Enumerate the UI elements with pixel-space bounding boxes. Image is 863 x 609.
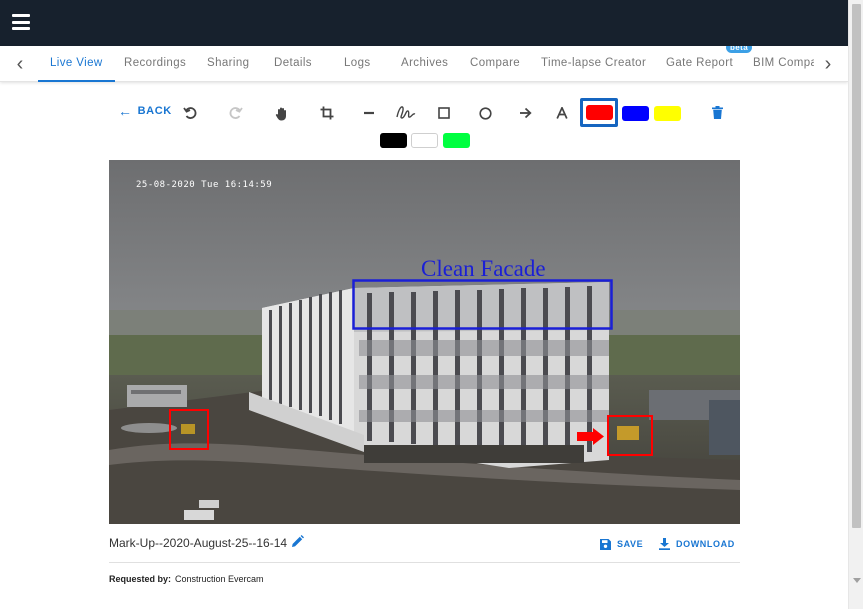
save-button[interactable]: SAVE: [600, 537, 643, 551]
app-root: ‹ Live View Recordings Sharing Details L…: [0, 0, 863, 609]
tab-details[interactable]: Details: [274, 46, 312, 82]
tab-gate-report-label: Gate Report: [666, 57, 734, 69]
requested-by-label: Requested by:: [109, 574, 172, 584]
line-icon[interactable]: [359, 103, 379, 123]
download-icon: [659, 538, 670, 550]
color-swatch-red[interactable]: [586, 105, 613, 120]
menu-icon[interactable]: [12, 14, 30, 30]
tab-strip: Live View Recordings Sharing Details Log…: [38, 46, 814, 82]
freehand-icon[interactable]: [395, 102, 417, 122]
crop-icon[interactable]: [317, 103, 337, 123]
pan-hand-icon[interactable]: [272, 103, 292, 123]
requested-by-value: Construction Evercam: [175, 574, 264, 584]
download-button[interactable]: DOWNLOAD: [659, 537, 735, 551]
annotation-arrow-red[interactable]: [577, 428, 604, 445]
arrow-left-icon: ←: [118, 103, 133, 119]
download-label: DOWNLOAD: [676, 539, 735, 549]
trash-icon[interactable]: [707, 102, 727, 122]
vertical-scrollbar[interactable]: [848, 0, 863, 609]
color-swatch-white[interactable]: [411, 133, 438, 148]
chevron-right-icon[interactable]: ›: [818, 54, 838, 74]
annotation-rectangle-red-right[interactable]: [607, 415, 653, 456]
footer-divider: [109, 562, 740, 563]
color-swatch-blue[interactable]: [622, 106, 649, 121]
back-label: BACK: [137, 105, 172, 117]
scroll-down-arrow-icon[interactable]: [853, 578, 861, 583]
undo-icon[interactable]: [180, 103, 200, 123]
markup-file-name: Mark-Up--2020-August-25--16-14: [109, 536, 288, 550]
tab-sharing[interactable]: Sharing: [207, 46, 249, 82]
back-button[interactable]: ← BACK: [118, 102, 172, 120]
circle-icon[interactable]: [475, 103, 495, 123]
chevron-left-icon[interactable]: ‹: [10, 54, 30, 74]
tab-archives[interactable]: Archives: [401, 46, 448, 82]
pencil-icon[interactable]: [291, 535, 305, 549]
redo-icon[interactable]: [226, 103, 246, 123]
beta-badge: beta: [726, 46, 753, 53]
tab-gate-report[interactable]: Gate Report beta: [666, 46, 753, 82]
rectangle-icon[interactable]: [434, 103, 454, 123]
top-app-bar: [0, 0, 848, 46]
color-swatch-black[interactable]: [380, 133, 407, 148]
tabs-bar: ‹ Live View Recordings Sharing Details L…: [0, 46, 848, 82]
requested-by: Requested by: Construction Evercam: [109, 574, 264, 584]
arrow-icon[interactable]: [515, 103, 535, 123]
color-swatch-yellow[interactable]: [654, 106, 681, 121]
tab-logs[interactable]: Logs: [344, 46, 371, 82]
scrollbar-thumb[interactable]: [852, 4, 861, 528]
tab-live-view[interactable]: Live View: [38, 46, 115, 82]
text-icon[interactable]: [552, 103, 572, 123]
color-swatch-green[interactable]: [443, 133, 470, 148]
markup-overlay: [169, 279, 653, 456]
tab-bim-compare[interactable]: BIM Compa: [753, 46, 814, 82]
annotation-rectangle-blue[interactable]: [352, 279, 613, 330]
save-disk-icon: [600, 538, 611, 550]
tab-recordings[interactable]: Recordings: [124, 46, 186, 82]
annotation-rectangle-red-left[interactable]: [169, 409, 209, 450]
tab-compare[interactable]: Compare: [470, 46, 520, 82]
save-label: SAVE: [617, 539, 644, 549]
tab-time-lapse-creator[interactable]: Time-lapse Creator: [541, 46, 646, 82]
